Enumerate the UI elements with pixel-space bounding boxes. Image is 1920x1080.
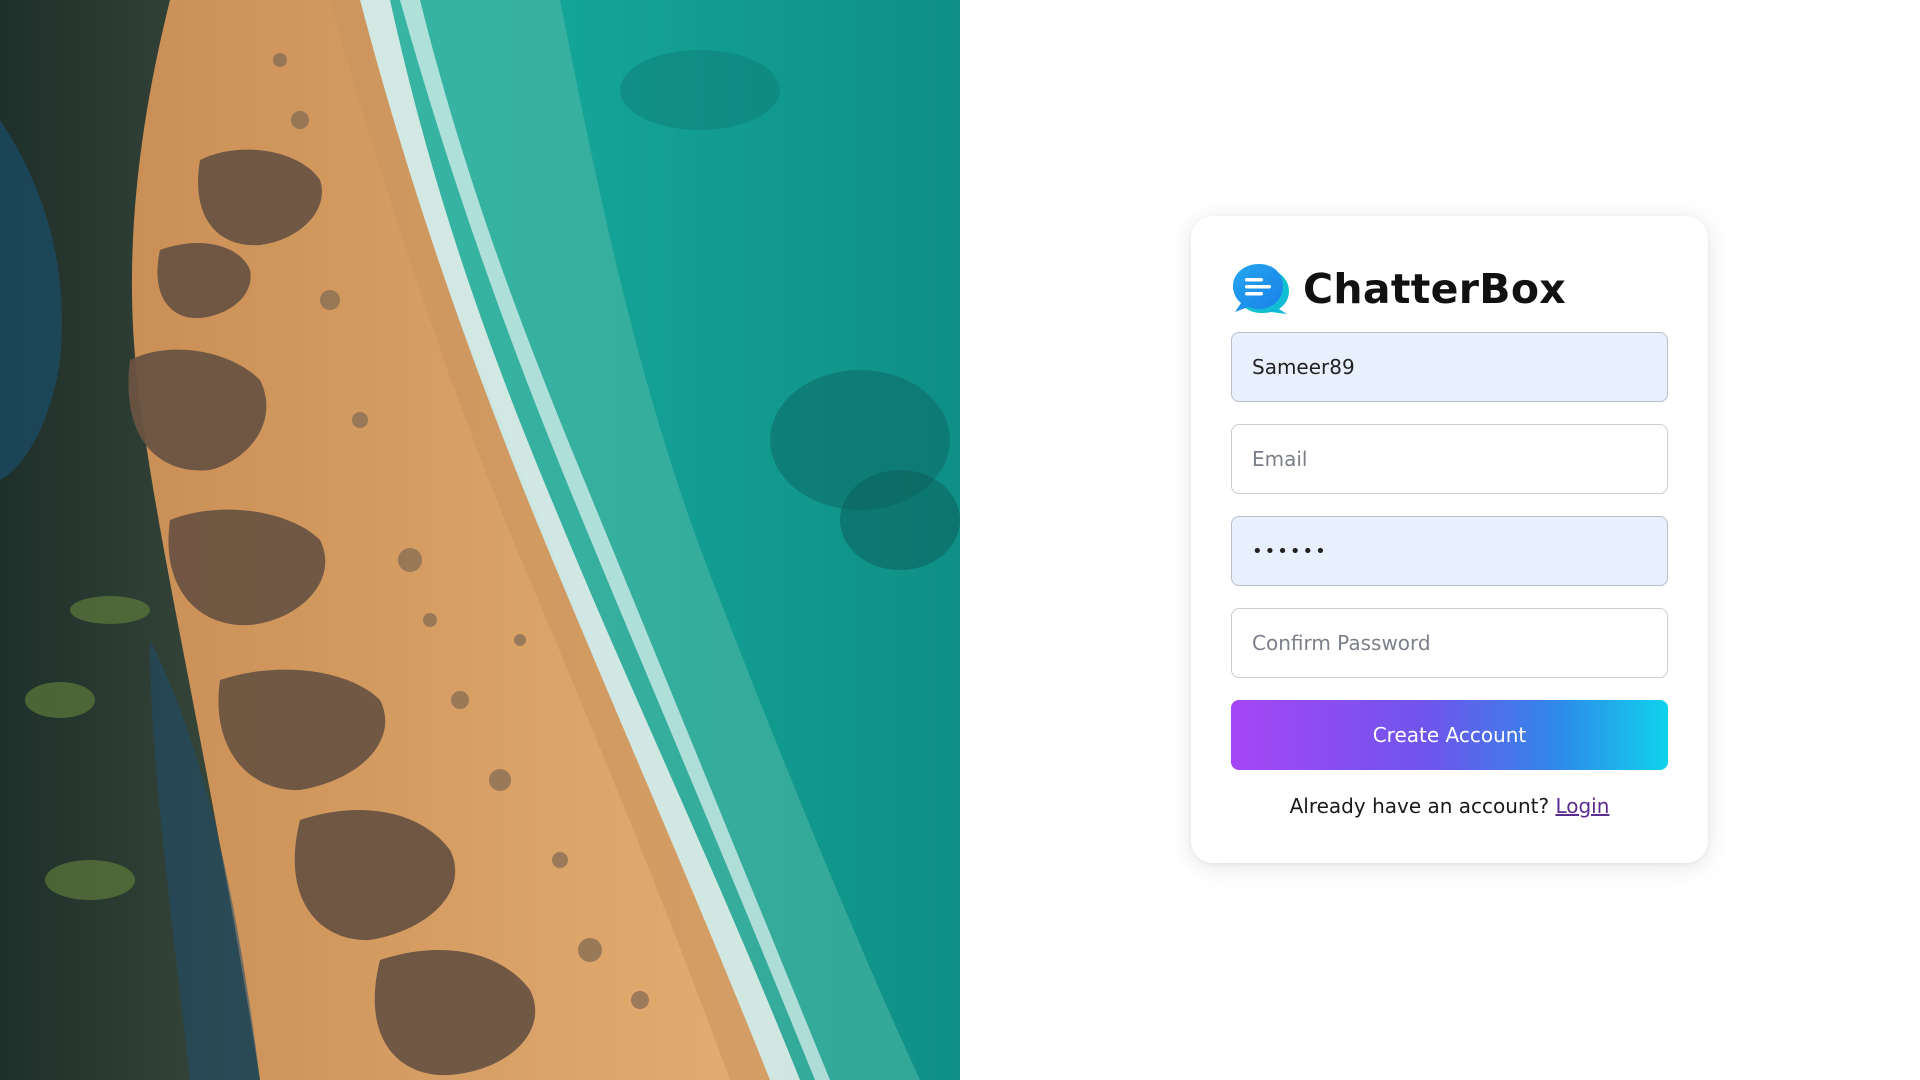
username-field[interactable] bbox=[1231, 332, 1668, 402]
signup-card: ChatterBox Create Account Already have a… bbox=[1191, 216, 1708, 863]
email-field[interactable] bbox=[1231, 424, 1668, 494]
create-account-button[interactable]: Create Account bbox=[1231, 700, 1668, 770]
login-prompt-row: Already have an account? Login bbox=[1231, 794, 1668, 818]
password-field[interactable] bbox=[1231, 516, 1668, 586]
beach-photo bbox=[0, 0, 960, 1080]
login-link[interactable]: Login bbox=[1555, 794, 1609, 818]
login-prompt-text: Already have an account? bbox=[1289, 794, 1550, 818]
signup-page: ChatterBox Create Account Already have a… bbox=[0, 0, 1920, 1080]
chat-bubbles-icon bbox=[1233, 264, 1289, 314]
beach-photo-illustration bbox=[0, 0, 960, 1080]
confirm-password-field[interactable] bbox=[1231, 608, 1668, 678]
app-name: ChatterBox bbox=[1303, 265, 1567, 313]
brand-header: ChatterBox bbox=[1231, 261, 1668, 317]
